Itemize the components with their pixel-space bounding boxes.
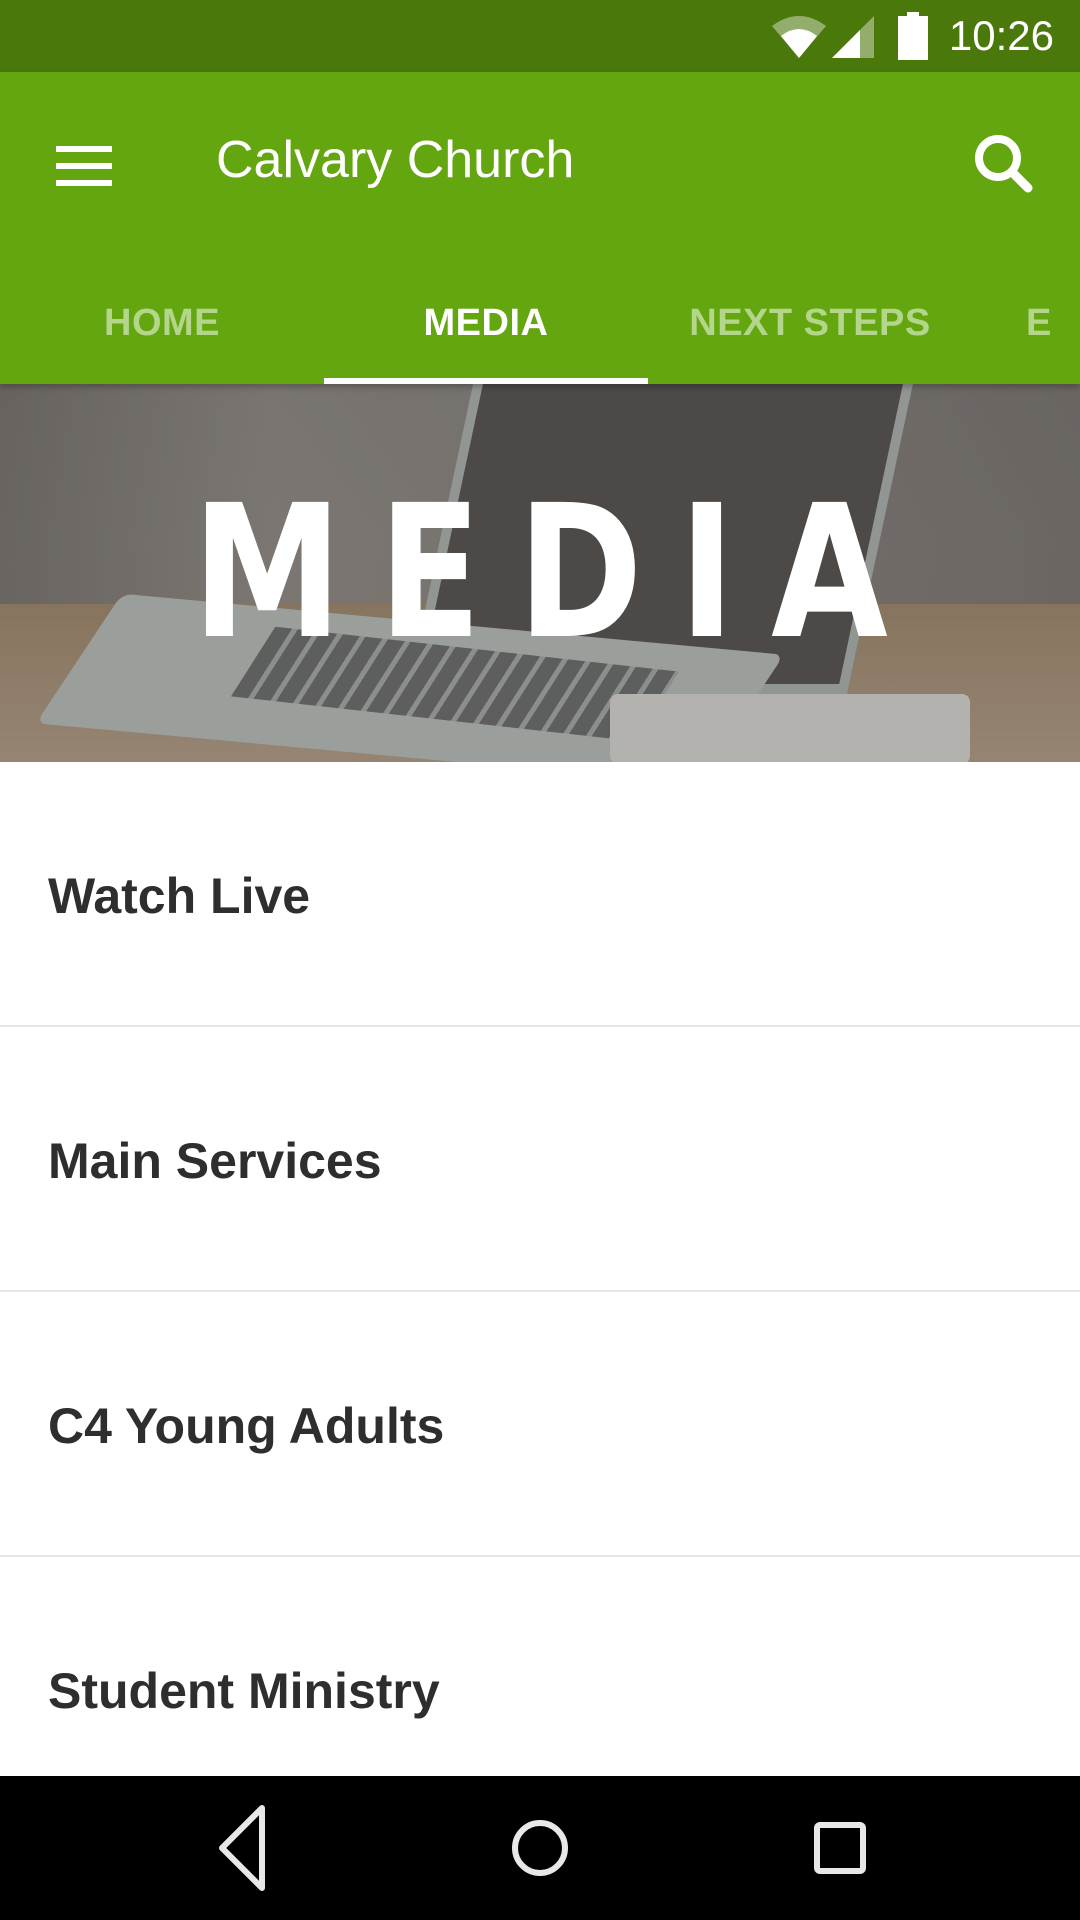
clock: 10:26 [948, 12, 1054, 59]
media-list: Watch Live Main Services C4 Young Adults… [0, 762, 1080, 1820]
list-item-label: C4 Young Adults [48, 1398, 445, 1454]
back-icon[interactable] [182, 1798, 302, 1898]
app-title: Calvary Church [216, 131, 575, 189]
tab-next-steps[interactable]: NEXT STEPS [648, 262, 972, 384]
tab-partial-next[interactable]: E [1026, 262, 1080, 384]
list-item-watch-live[interactable]: Watch Live [0, 762, 1080, 1027]
list-item-label: Main Services [48, 1133, 382, 1189]
list-item-label: Watch Live [48, 868, 311, 924]
hamburger-menu-icon[interactable] [40, 122, 128, 210]
system-nav-bar [0, 1776, 1080, 1920]
hero-title: MEDIA [192, 466, 924, 680]
cell-signal-icon [832, 16, 874, 58]
list-item-c4-young-adults[interactable]: C4 Young Adults [0, 1292, 1080, 1557]
recents-icon[interactable] [780, 1798, 900, 1898]
battery-icon [898, 12, 928, 60]
wifi-icon [772, 16, 826, 58]
tab-bar: HOME MEDIA NEXT STEPS E [0, 262, 1080, 384]
list-item-main-services[interactable]: Main Services [0, 1027, 1080, 1292]
media-hero-banner: MEDIA [0, 384, 1080, 762]
active-tab-indicator [324, 378, 648, 384]
tab-home[interactable]: HOME [0, 262, 324, 384]
status-bar: 10:26 [0, 0, 1080, 72]
search-icon[interactable] [964, 124, 1044, 204]
home-icon[interactable] [480, 1798, 600, 1898]
app-bar: Calvary Church HOME MEDIA NEXT STEPS E [0, 72, 1080, 384]
tab-media[interactable]: MEDIA [324, 262, 648, 384]
